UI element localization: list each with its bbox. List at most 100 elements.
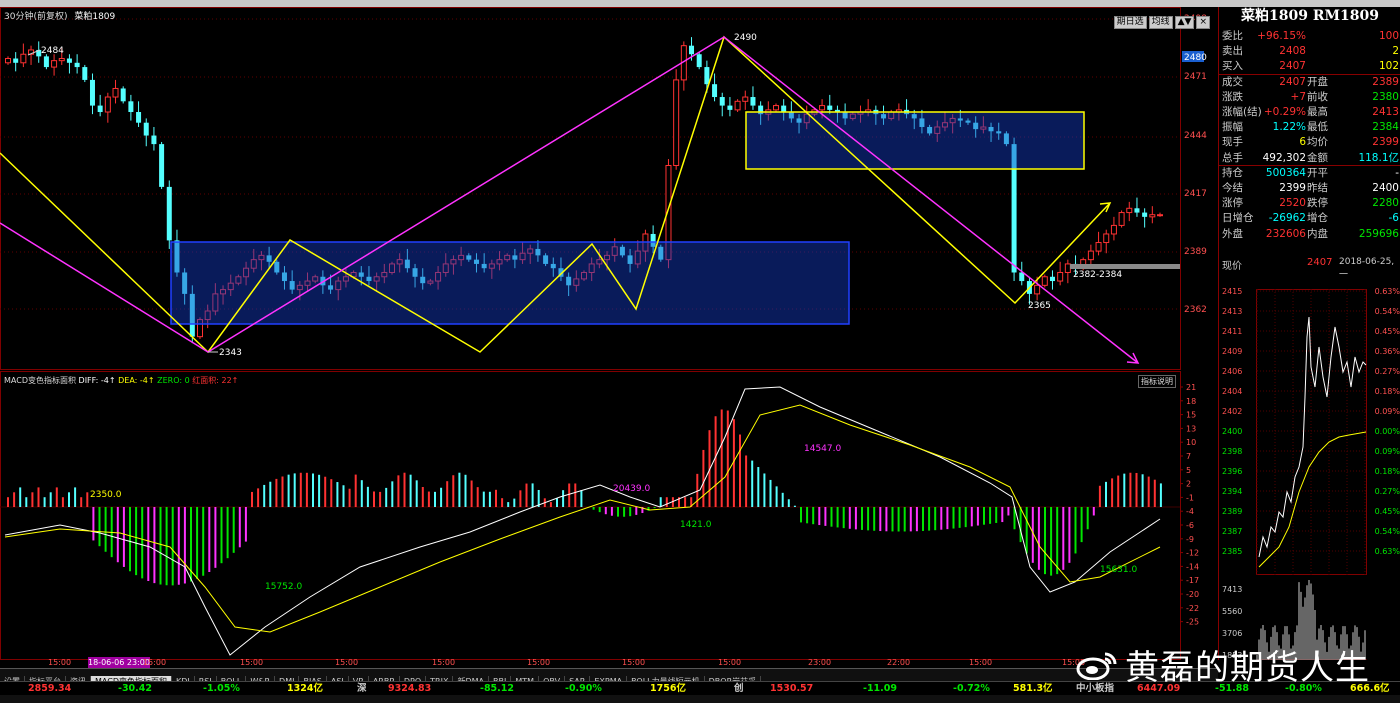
indicator-tab-bar[interactable]: 设置指标平台资讯MACD变色指标面积KDJRSIBOLLW&RDMIBIASAS… bbox=[0, 668, 1218, 687]
candle-body bbox=[104, 96, 111, 113]
quote-label: 开盘 bbox=[1307, 75, 1328, 88]
macd-area-label: 2350.0 bbox=[90, 490, 122, 500]
quote-label: 持仓 bbox=[1222, 166, 1243, 179]
indicator-help-button[interactable]: 指标说明 bbox=[1138, 375, 1176, 388]
macd-area-label: 15752.0 bbox=[265, 582, 302, 592]
macd-axis-label: -4 bbox=[1186, 507, 1194, 516]
macd-axis-label: -12 bbox=[1186, 549, 1199, 558]
price-axis-label: 2389 bbox=[1184, 247, 1207, 257]
quote-label: 增仓 bbox=[1307, 212, 1328, 225]
time-axis-label: 23:00 bbox=[808, 658, 832, 667]
quote-value: +96.15% bbox=[1257, 30, 1306, 42]
candle-body bbox=[704, 67, 710, 85]
quote-panel: 菜粕1809 RM1809 委比 +96.15% 100 卖出 2408 2 买入 2407 1… bbox=[1218, 7, 1400, 660]
quote-label: 总手 bbox=[1222, 151, 1243, 164]
quote-label: 委比 bbox=[1222, 30, 1243, 42]
weibo-logo-icon bbox=[1076, 652, 1117, 680]
candle-body bbox=[43, 56, 49, 68]
mini-pct-label: 0.36% bbox=[1375, 347, 1400, 356]
range-bar bbox=[1070, 264, 1180, 269]
candle-body bbox=[727, 105, 733, 110]
time-axis-label: 15:00 bbox=[240, 658, 264, 667]
quote-row: 涨停 2520 跌停 2280 bbox=[1219, 196, 1400, 211]
candle-body bbox=[1095, 242, 1102, 252]
status-item: 581.3亿 bbox=[1013, 683, 1053, 694]
chart-tool-button[interactable]: ▲▼ bbox=[1174, 16, 1195, 29]
watermark-text: 黄磊的期货人生 bbox=[1125, 648, 1370, 688]
mini-price-label: 2413 bbox=[1222, 307, 1242, 316]
candle-body bbox=[1157, 214, 1163, 217]
status-item: 1756亿 bbox=[650, 683, 686, 694]
candle-body bbox=[750, 97, 756, 106]
macd-axis-label: 21 bbox=[1186, 383, 1196, 392]
time-axis-label: 15:00 bbox=[48, 658, 72, 667]
mini-pct-label: 0.54% bbox=[1375, 307, 1400, 316]
quote-label: 日增仓 bbox=[1222, 212, 1254, 225]
kline-chart-area[interactable]: 2498 2480 2471 2444 2417 2389 2362 2484 2343 2490… bbox=[0, 7, 1218, 660]
mini-price-label: 2404 bbox=[1222, 387, 1242, 396]
status-item: -85.12 bbox=[480, 683, 514, 694]
candle-body bbox=[734, 100, 741, 111]
kline-chart-svg: 2498248024712444241723892362248423432490… bbox=[0, 7, 1207, 660]
chart-tool-button[interactable]: 均线 bbox=[1148, 16, 1173, 29]
mini-pct-label: 0.45% bbox=[1375, 327, 1400, 336]
current-price-value: 2407 bbox=[1307, 257, 1333, 268]
chart-period: 30分钟(前复权) bbox=[4, 12, 68, 22]
time-axis-label: 15:00 bbox=[527, 658, 551, 667]
mini-pct-label: 0.18% bbox=[1375, 467, 1400, 476]
candle-body bbox=[712, 84, 718, 98]
quote-value: +7 bbox=[1290, 90, 1306, 103]
intraday-minute-chart[interactable]: 2415 0.63% 2413 0.54% 2411 0.45% 2409 0.36% 2406… bbox=[1219, 277, 1400, 660]
mini-pct-label: 0.27% bbox=[1375, 367, 1400, 376]
mini-price-label: 2394 bbox=[1222, 487, 1242, 496]
quote-row: 卖出 2408 2 bbox=[1219, 44, 1400, 59]
status-item: -11.09 bbox=[863, 683, 897, 694]
macd-area-label: 20439.0 bbox=[613, 484, 650, 494]
time-axis-label: 18-06-06 23:00 bbox=[88, 657, 150, 668]
quote-label: 前收 bbox=[1307, 90, 1328, 103]
candle-body bbox=[696, 54, 702, 68]
status-item: -30.42 bbox=[118, 683, 152, 694]
mini-pct-label: 0.18% bbox=[1375, 387, 1400, 396]
quote-value: 2520 bbox=[1279, 197, 1306, 210]
consolidation-box-yellow bbox=[745, 111, 1085, 170]
time-axis-label: 15:00 bbox=[432, 658, 456, 667]
macd-indicator-name[interactable]: MACD变色指标面积 bbox=[4, 376, 76, 385]
quote-label: 涨跌 bbox=[1222, 90, 1243, 103]
candle-body bbox=[719, 97, 725, 106]
mini-price-label: 2411 bbox=[1222, 327, 1242, 336]
quote-value: - bbox=[1395, 166, 1399, 179]
candle-body bbox=[112, 87, 119, 98]
chart-toolbar: 期日选 均线 ▲▼ × bbox=[1112, 9, 1210, 29]
mini-pct-label: 0.09% bbox=[1375, 407, 1400, 416]
macd-axis-label: 10 bbox=[1186, 438, 1196, 447]
macd-area-label: 15631.0 bbox=[1100, 565, 1137, 575]
macd-legend: MACD变色指标面积 DIFF: -4↑ DEA: -4↑ ZERO: 0 红面… bbox=[4, 375, 238, 386]
macd-axis-label: 15 bbox=[1186, 411, 1196, 420]
macd-dea: DEA: -4↑ bbox=[118, 376, 155, 385]
chart-tool-button[interactable]: 期日选 bbox=[1113, 16, 1147, 29]
mini-volume-label: 7413 bbox=[1222, 585, 1242, 594]
macd-axis-label: -17 bbox=[1186, 576, 1199, 585]
time-axis-label: 15:00 bbox=[622, 658, 646, 667]
chart-tool-button[interactable]: × bbox=[1196, 16, 1210, 29]
mini-price-label: 2389 bbox=[1222, 507, 1242, 516]
quote-value: 2389 bbox=[1372, 75, 1399, 88]
quote-label: 涨停 bbox=[1222, 197, 1243, 210]
quote-value: 2407 bbox=[1279, 60, 1306, 73]
candle-body bbox=[1134, 208, 1140, 213]
quote-value: 2399 bbox=[1279, 182, 1306, 194]
candle-body bbox=[1057, 271, 1064, 282]
menu-bar[interactable]: Tab系统功能报价分析资讯工具帮助画线自选股十八运算板块全景图指南针F10期权期… bbox=[0, 0, 1400, 7]
time-axis-label: 15:00 bbox=[969, 658, 993, 667]
quote-value: 2408 bbox=[1279, 45, 1306, 58]
quote-value: 102 bbox=[1378, 60, 1399, 73]
macd-axis-label: 5 bbox=[1186, 466, 1191, 475]
macd-axis-label: 7 bbox=[1186, 452, 1191, 461]
candle-body bbox=[1041, 276, 1048, 286]
macd-axis-label: -14 bbox=[1186, 562, 1199, 571]
macd-zero: ZERO: 0 bbox=[157, 376, 190, 385]
quote-value: 500364 bbox=[1265, 166, 1306, 179]
news-ticker bbox=[0, 695, 1400, 703]
annotation-high2: 2490 bbox=[734, 33, 757, 43]
